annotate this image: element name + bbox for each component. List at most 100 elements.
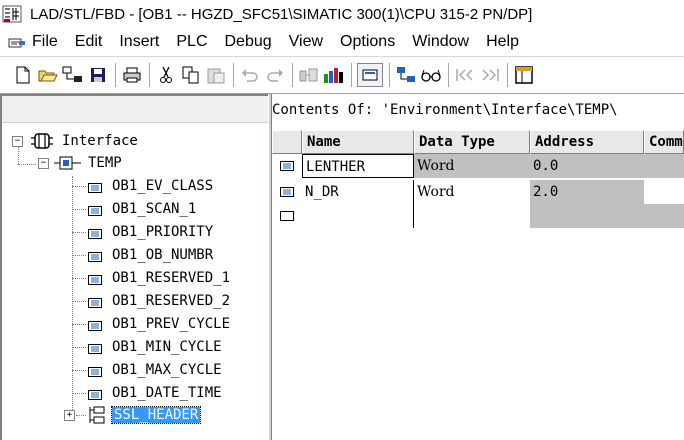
cell-address: 0.0: [530, 154, 644, 178]
tree-label-variable: OB1_SCAN_1: [112, 201, 197, 217]
undo-icon[interactable]: [239, 63, 261, 87]
menu-debug[interactable]: Debug: [225, 33, 272, 51]
tree-node-variable[interactable]: OB1_MIN_CYCLE: [88, 336, 224, 358]
tree-label-temp: TEMP: [88, 155, 122, 171]
overview-icon[interactable]: [357, 63, 383, 87]
tree-label-variable: OB1_MIN_CYCLE: [112, 339, 222, 355]
tree-node-variable[interactable]: OB1_OB_NUMBR: [88, 244, 215, 266]
struct-icon: [88, 406, 106, 424]
column-header-name[interactable]: Name: [302, 130, 414, 154]
column-header-data-type[interactable]: Data Type: [414, 130, 530, 154]
cell-data-type[interactable]: Word: [414, 154, 530, 178]
variable-icon: [88, 388, 102, 400]
menu-help[interactable]: Help: [486, 33, 519, 51]
cell-comment[interactable]: [644, 180, 684, 204]
title-bar: LAD/STL/FBD - [OB1 -- HGZD_SFC51\SIMATIC…: [0, 0, 684, 28]
table-row[interactable]: [272, 204, 684, 228]
tree-label-variable: OB1_OB_NUMBR: [112, 247, 214, 263]
tree-label-variable: OB1_PRIORITY: [112, 224, 214, 240]
menu-window[interactable]: Window: [412, 33, 469, 51]
expand-toggle-ssl-header[interactable]: +: [64, 410, 75, 421]
cell-name[interactable]: [302, 204, 414, 228]
variable-icon: [88, 204, 102, 216]
tree-label-ssl-header: SSL_HEADER: [110, 406, 202, 424]
cell-data-type[interactable]: Word: [414, 180, 530, 204]
contents-of-label: Contents Of: 'Environment\Interface\TEMP…: [272, 102, 618, 118]
cell-comment[interactable]: [644, 154, 684, 178]
accessible-nodes-icon[interactable]: [62, 63, 84, 87]
cell-name[interactable]: N_DR: [302, 180, 414, 204]
temp-icon: [54, 154, 82, 172]
tree-label-variable: OB1_PREV_CYCLE: [112, 316, 231, 332]
cell-address: [530, 204, 684, 228]
window-title: LAD/STL/FBD - [OB1 -- HGZD_SFC51\SIMATIC…: [30, 5, 533, 23]
redo-icon[interactable]: [264, 63, 286, 87]
variable-icon: [88, 273, 102, 285]
table-header: Name Data Type Address Comment: [272, 130, 684, 154]
table-row[interactable]: LENTHER Word 0.0: [272, 154, 684, 178]
paste-icon[interactable]: [205, 63, 227, 87]
tree-node-variable[interactable]: OB1_SCAN_1: [88, 198, 198, 220]
monitor-icon[interactable]: [323, 63, 345, 87]
menu-edit[interactable]: Edit: [75, 33, 103, 51]
cut-icon[interactable]: [155, 63, 177, 87]
column-header-comment[interactable]: Comment: [644, 130, 684, 154]
row-variable-icon: [272, 154, 302, 178]
tree-node-variable[interactable]: OB1_PRIORITY: [88, 221, 215, 243]
tree-node-ssl-header[interactable]: SSL_HEADER: [88, 404, 202, 426]
row-header-corner: [272, 130, 302, 154]
variable-icon: [88, 227, 102, 239]
tree-label-variable: OB1_RESERVED_1: [112, 270, 231, 286]
print-icon[interactable]: [121, 63, 143, 87]
open-icon[interactable]: [37, 63, 59, 87]
menu-view[interactable]: View: [289, 33, 323, 51]
tree-node-variable[interactable]: OB1_RESERVED_1: [88, 267, 232, 289]
menu-insert[interactable]: Insert: [119, 33, 159, 51]
menu-options[interactable]: Options: [340, 33, 395, 51]
variable-icon: [88, 181, 102, 193]
system-menu-icon[interactable]: [8, 35, 26, 49]
menu-bar: File Edit Insert PLC Debug View Options …: [0, 28, 684, 57]
save-icon[interactable]: [87, 63, 109, 87]
tree-label-variable: OB1_DATE_TIME: [112, 385, 222, 401]
tree-label-variable: OB1_MAX_CYCLE: [112, 362, 222, 378]
tree-node-variable[interactable]: OB1_DATE_TIME: [88, 382, 224, 404]
contents-pane: Contents Of: 'Environment\Interface\TEMP…: [272, 94, 684, 440]
tree-node-temp[interactable]: TEMP: [54, 152, 124, 174]
back-icon[interactable]: [454, 63, 476, 87]
window-icon[interactable]: [513, 63, 535, 87]
variable-icon: [88, 319, 102, 331]
tree-label-variable: OB1_RESERVED_2: [112, 293, 231, 309]
variable-icon: [88, 296, 102, 308]
online-icon[interactable]: [395, 63, 417, 87]
tree-label-variable: OB1_EV_CLASS: [112, 178, 214, 194]
lad-app-icon: [2, 4, 22, 24]
variable-icon: [88, 365, 102, 377]
row-variable-icon: [272, 180, 302, 204]
cell-data-type[interactable]: [414, 204, 530, 228]
cell-address: 2.0: [530, 180, 644, 204]
tree-node-variable[interactable]: OB1_PREV_CYCLE: [88, 313, 232, 335]
tree-node-interface[interactable]: Interface: [30, 130, 140, 152]
column-header-address[interactable]: Address: [530, 130, 644, 154]
new-icon[interactable]: [12, 63, 34, 87]
variable-icon: [88, 342, 102, 354]
table-row[interactable]: N_DR Word 2.0: [272, 180, 684, 204]
copy-icon[interactable]: [180, 63, 202, 87]
empty-row-icon: [272, 204, 302, 228]
toolbar: [0, 57, 684, 94]
menu-file[interactable]: File: [32, 33, 58, 51]
tree-node-variable[interactable]: OB1_MAX_CYCLE: [88, 359, 224, 381]
collapse-toggle-interface[interactable]: −: [12, 136, 23, 147]
variable-icon: [88, 250, 102, 262]
interface-icon: [30, 131, 54, 151]
cell-name[interactable]: LENTHER: [302, 154, 414, 178]
forward-icon[interactable]: [479, 63, 501, 87]
tree-node-variable[interactable]: OB1_EV_CLASS: [88, 175, 215, 197]
menu-plc[interactable]: PLC: [176, 33, 207, 51]
glasses-icon[interactable]: [420, 63, 442, 87]
collapse-toggle-temp[interactable]: −: [38, 158, 49, 169]
tree-label-interface: Interface: [62, 133, 138, 149]
tree-node-variable[interactable]: OB1_RESERVED_2: [88, 290, 232, 312]
download-icon[interactable]: [298, 63, 320, 87]
